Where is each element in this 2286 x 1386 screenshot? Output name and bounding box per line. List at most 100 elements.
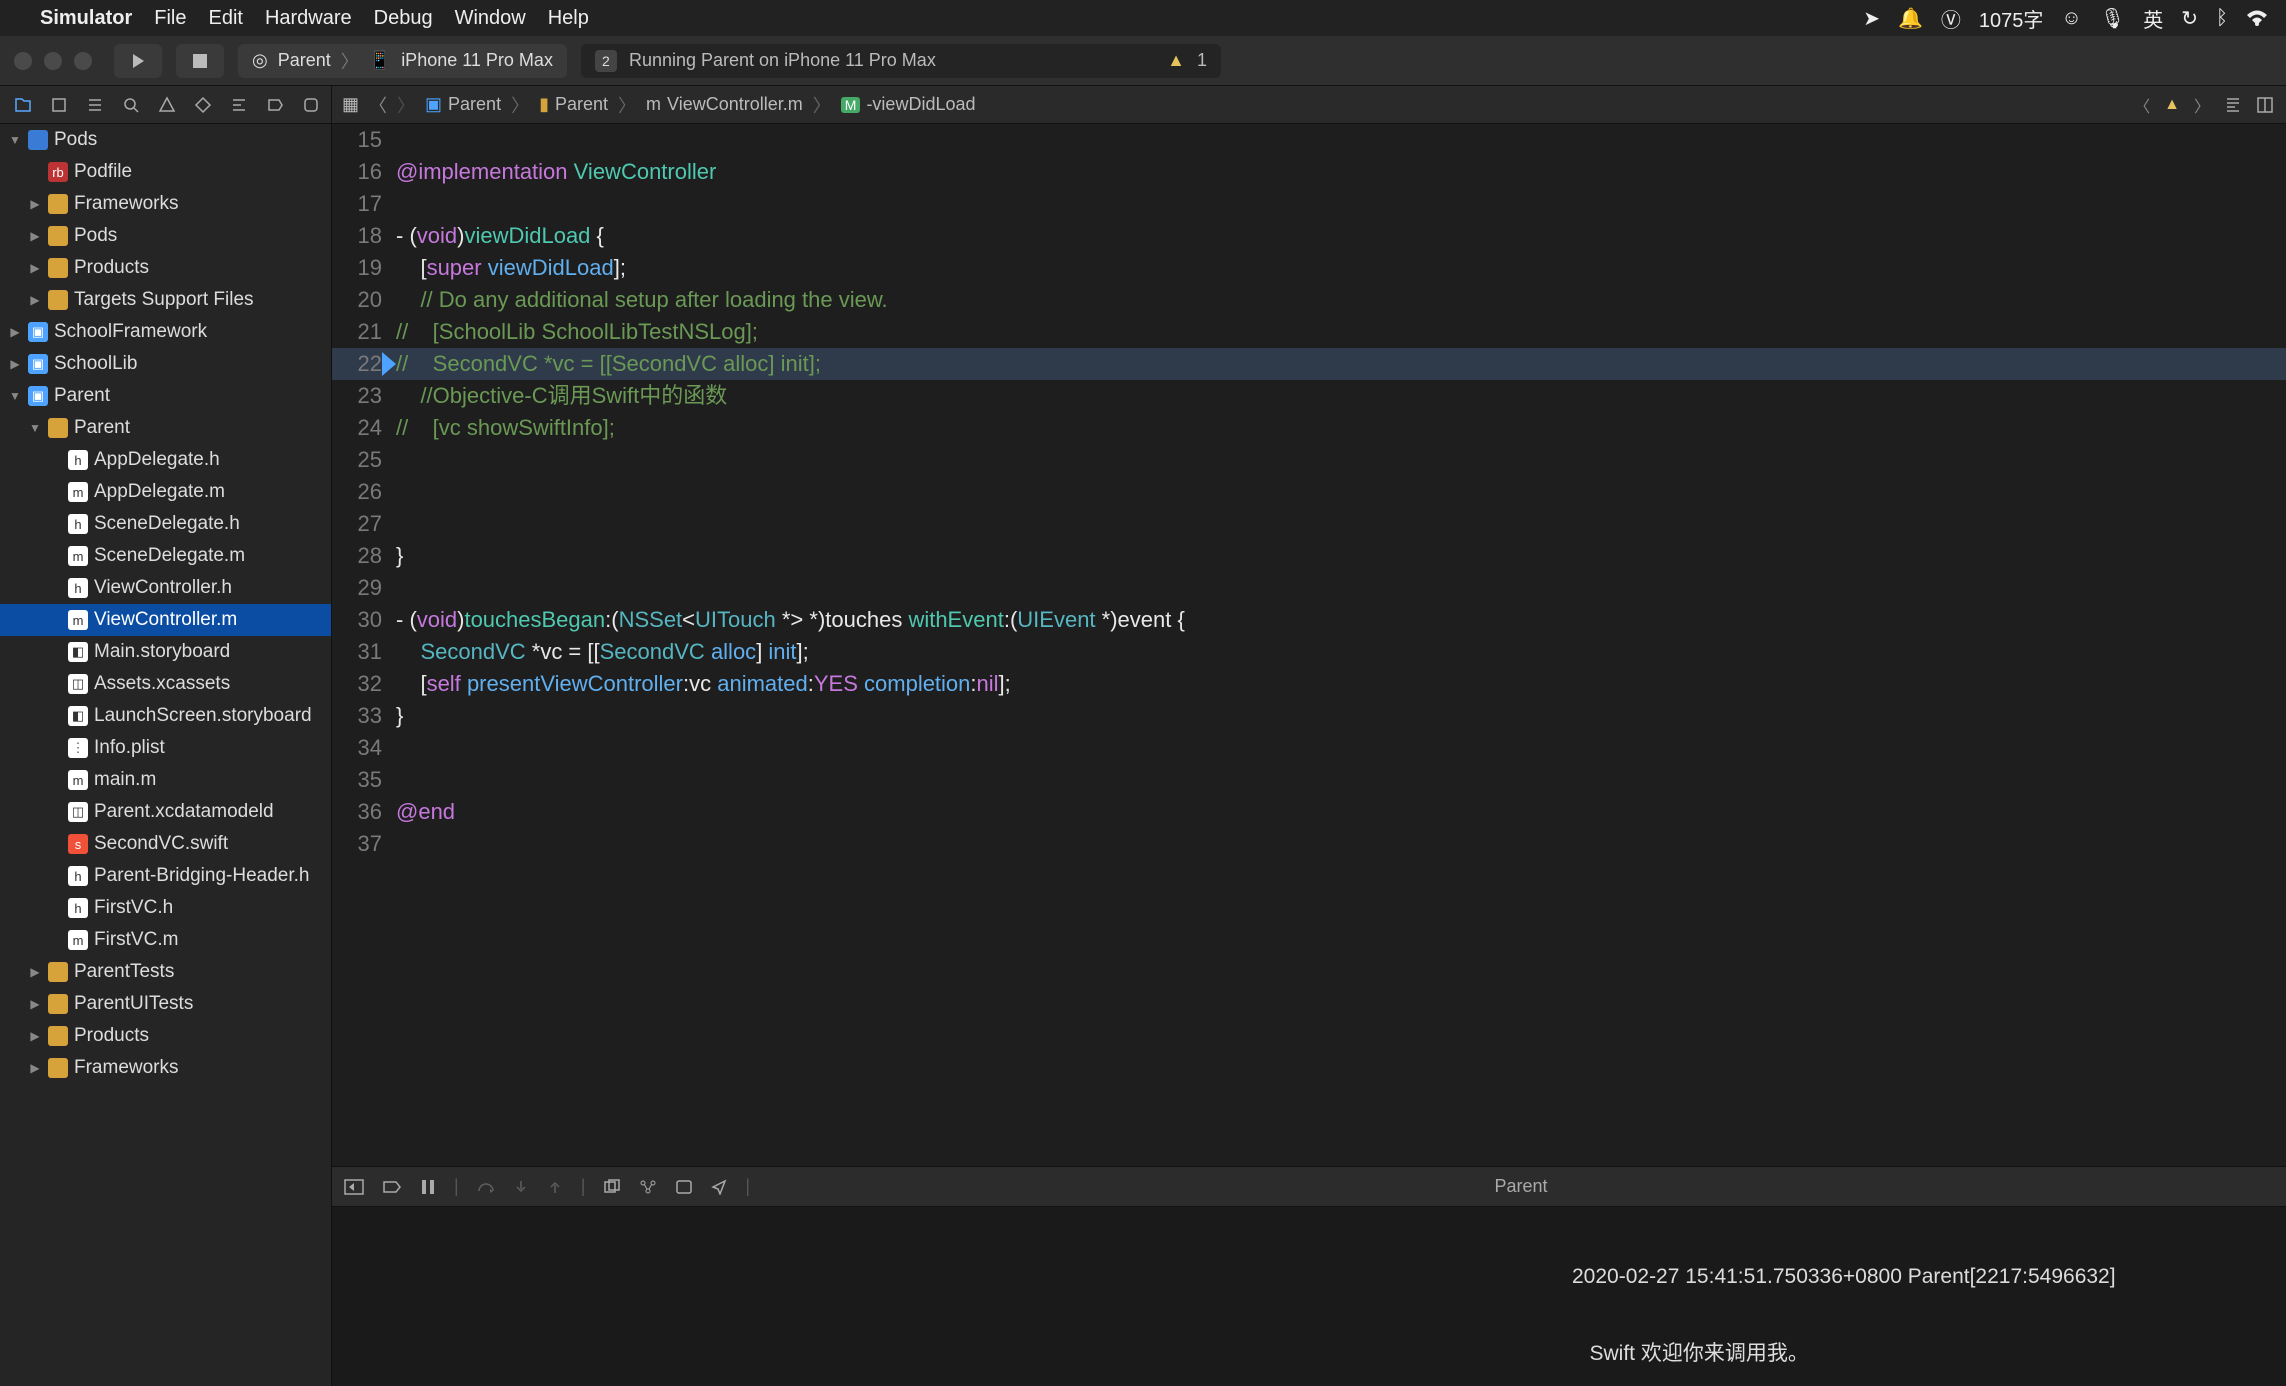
code-content[interactable]: // [SchoolLib SchoolLibTestNSLog]; [396, 316, 2286, 348]
tree-row[interactable]: Products [0, 1020, 331, 1052]
code-line[interactable]: 21// [SchoolLib SchoolLibTestNSLog]; [332, 316, 2286, 348]
crumb-folder[interactable]: Parent [555, 94, 608, 115]
code-line[interactable]: 33} [332, 700, 2286, 732]
code-line[interactable]: 23 //Objective-C调用Swift中的函数 [332, 380, 2286, 412]
breakpoint-navigator-tab[interactable] [266, 95, 284, 115]
code-line[interactable]: 37 [332, 828, 2286, 860]
code-content[interactable] [396, 188, 2286, 220]
code-content[interactable]: @implementation ViewController [396, 156, 2286, 188]
code-line[interactable]: 34 [332, 732, 2286, 764]
tree-row[interactable]: ParentUITests [0, 988, 331, 1020]
tree-row[interactable]: ParentTests [0, 956, 331, 988]
tree-row[interactable]: ▣SchoolFramework [0, 316, 331, 348]
tree-row[interactable]: ⋮Info.plist [0, 732, 331, 764]
line-number[interactable]: 33 [332, 700, 396, 732]
notification-icon[interactable]: 🔔 [1898, 6, 1923, 31]
code-line[interactable]: 31 SecondVC *vc = [[SecondVC alloc] init… [332, 636, 2286, 668]
disclosure-triangle-icon[interactable] [28, 229, 42, 243]
jump-bar[interactable]: ▦ 〈 〉 ▣Parent 〉 ▮Parent 〉 mViewControlle… [332, 86, 2134, 123]
simulate-location-icon[interactable] [711, 1179, 727, 1195]
disclosure-triangle-icon[interactable] [8, 357, 22, 371]
next-issue-button[interactable]: 〉 [2194, 93, 2210, 117]
disclosure-triangle-icon[interactable] [28, 997, 42, 1011]
app-name[interactable]: Simulator [40, 7, 132, 30]
back-button[interactable]: 〈 [369, 92, 387, 118]
disclosure-triangle-icon[interactable] [28, 261, 42, 275]
line-number[interactable]: 28 [332, 540, 396, 572]
hide-debug-icon[interactable] [344, 1179, 364, 1195]
crumb-file[interactable]: ViewController.m [667, 94, 803, 115]
menu-debug[interactable]: Debug [374, 7, 433, 30]
line-number[interactable]: 26 [332, 476, 396, 508]
console[interactable]: 2020-02-27 15:41:51.750336+0800 Parent[2… [332, 1206, 2286, 1386]
tree-row[interactable]: ◫Assets.xcassets [0, 668, 331, 700]
adjust-editor-button[interactable] [2256, 96, 2274, 114]
step-out-icon[interactable] [547, 1179, 563, 1195]
forward-button[interactable]: 〉 [397, 92, 415, 118]
code-content[interactable]: //Objective-C调用Swift中的函数 [396, 380, 2286, 412]
line-number[interactable]: 34 [332, 732, 396, 764]
line-number[interactable]: 16 [332, 156, 396, 188]
line-number[interactable]: 27 [332, 508, 396, 540]
bluetooth-icon[interactable]: ᛒ [2216, 7, 2228, 30]
crumb-project[interactable]: Parent [448, 94, 501, 115]
tree-row[interactable]: Frameworks [0, 1052, 331, 1084]
code-line[interactable]: 15 [332, 124, 2286, 156]
code-content[interactable]: @end [396, 796, 2286, 828]
tree-row[interactable]: Targets Support Files [0, 284, 331, 316]
minimap-button[interactable] [2224, 96, 2242, 114]
mic-icon[interactable]: 🎙 [2100, 6, 2125, 31]
status-char-count[interactable]: 1075字 [1979, 4, 2044, 33]
disclosure-triangle-icon[interactable] [8, 133, 22, 147]
code-content[interactable]: [self presentViewController:vc animated:… [396, 668, 2286, 700]
menu-edit[interactable]: Edit [208, 7, 242, 30]
stop-button[interactable] [176, 44, 224, 78]
tree-row[interactable]: hFirstVC.h [0, 892, 331, 924]
tree-row[interactable]: sSecondVC.swift [0, 828, 331, 860]
timemachine-icon[interactable]: ↻ [2181, 6, 2198, 31]
code-content[interactable]: // [vc showSwiftInfo]; [396, 412, 2286, 444]
prev-issue-button[interactable]: 〈 [2134, 93, 2150, 117]
tree-row[interactable]: ◫Parent.xcdatamodeld [0, 796, 331, 828]
code-line[interactable]: 27 [332, 508, 2286, 540]
line-number[interactable]: 20 [332, 284, 396, 316]
tree-row[interactable]: ◧Main.storyboard [0, 636, 331, 668]
tree-row[interactable]: rbPodfile [0, 156, 331, 188]
step-over-icon[interactable] [477, 1179, 495, 1195]
line-number[interactable]: 29 [332, 572, 396, 604]
tree-row[interactable]: mmain.m [0, 764, 331, 796]
code-content[interactable]: // Do any additional setup after loading… [396, 284, 2286, 316]
close-button[interactable] [14, 52, 32, 70]
line-number[interactable]: 31 [332, 636, 396, 668]
line-number[interactable]: 17 [332, 188, 396, 220]
tree-row[interactable]: hViewController.h [0, 572, 331, 604]
code-line[interactable]: 28} [332, 540, 2286, 572]
tree-row[interactable]: hParent-Bridging-Header.h [0, 860, 331, 892]
tree-row[interactable]: mViewController.m [0, 604, 331, 636]
code-content[interactable]: - (void)viewDidLoad { [396, 220, 2286, 252]
project-navigator-tab[interactable] [14, 95, 32, 115]
tree-row[interactable]: hSceneDelegate.h [0, 508, 331, 540]
disclosure-triangle-icon[interactable] [8, 389, 22, 403]
issue-indicator-icon[interactable]: ▲ [2164, 96, 2180, 114]
code-line[interactable]: 32 [self presentViewController:vc animat… [332, 668, 2286, 700]
step-into-icon[interactable] [513, 1179, 529, 1195]
minimize-button[interactable] [44, 52, 62, 70]
report-navigator-tab[interactable] [302, 95, 320, 115]
location-icon[interactable]: ➤ [1863, 6, 1880, 31]
smile-icon[interactable]: ☺ [2061, 7, 2081, 30]
code-content[interactable] [396, 124, 2286, 156]
code-content[interactable]: // SecondVC *vc = [[SecondVC alloc] init… [396, 348, 2286, 380]
code-content[interactable]: } [396, 700, 2286, 732]
code-line[interactable]: 30- (void)touchesBegan:(NSSet<UITouch *>… [332, 604, 2286, 636]
code-content[interactable] [396, 476, 2286, 508]
code-line[interactable]: 18- (void)viewDidLoad { [332, 220, 2286, 252]
line-number[interactable]: 37 [332, 828, 396, 860]
tree-row[interactable]: mFirstVC.m [0, 924, 331, 956]
breakpoint-indicator-icon[interactable] [382, 352, 396, 376]
code-content[interactable] [396, 444, 2286, 476]
vpn-icon[interactable]: Ⓥ [1941, 4, 1961, 33]
code-line[interactable]: 19 [super viewDidLoad]; [332, 252, 2286, 284]
debug-memory-graph-icon[interactable] [639, 1179, 657, 1195]
symbol-navigator-tab[interactable] [86, 95, 104, 115]
